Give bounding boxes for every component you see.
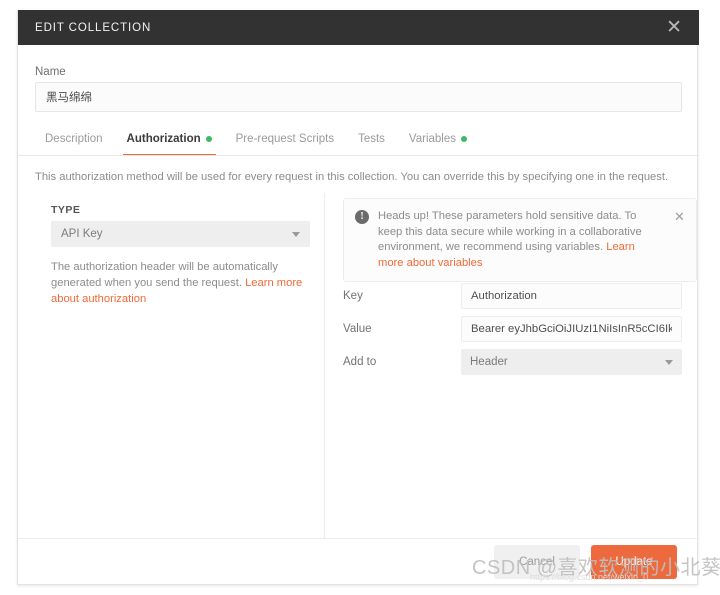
modal-title: EDIT COLLECTION xyxy=(35,21,152,34)
tab-label: Authorization xyxy=(126,133,201,145)
tab-tests[interactable]: Tests xyxy=(346,124,397,154)
status-dot-icon xyxy=(461,136,468,142)
add-to-value: Header xyxy=(470,356,508,368)
alert-close-icon[interactable]: ✕ xyxy=(674,210,686,271)
alert-message-body: Heads up! These parameters hold sensitiv… xyxy=(378,210,642,253)
key-input[interactable] xyxy=(461,283,682,309)
alert-message: Heads up! These parameters hold sensitiv… xyxy=(378,209,665,271)
chevron-down-icon xyxy=(665,359,673,365)
tab-label: Variables xyxy=(408,133,457,145)
exclamation-circle-icon: ! xyxy=(355,210,369,224)
type-label: TYPE xyxy=(51,204,81,216)
modal-titlebar: EDIT COLLECTION ✕ xyxy=(18,10,699,45)
tab-description[interactable]: Description xyxy=(35,124,115,154)
value-input[interactable] xyxy=(461,316,682,342)
cancel-button[interactable]: Cancel xyxy=(494,544,580,579)
add-to-field-row: Add to Header xyxy=(343,349,697,375)
modal-tabs: Description Authorization Pre-request Sc… xyxy=(35,124,682,156)
close-icon[interactable]: ✕ xyxy=(663,18,685,37)
auth-help-body: The authorization header will be automat… xyxy=(51,261,278,289)
value-field-row: Value xyxy=(343,316,697,342)
sensitive-data-alert: ! Heads up! These parameters hold sensit… xyxy=(343,198,697,282)
key-field-row: Key xyxy=(343,283,697,309)
add-to-label: Add to xyxy=(343,356,377,368)
auth-help-text: The authorization header will be automat… xyxy=(51,259,303,307)
auth-type-select[interactable]: API Key xyxy=(51,221,310,247)
chevron-down-icon xyxy=(292,231,300,237)
update-button[interactable]: Update xyxy=(591,544,677,579)
name-label: Name xyxy=(35,66,66,78)
add-to-select[interactable]: Header xyxy=(461,349,682,375)
modal-footer: Cancel Update xyxy=(18,539,699,584)
collection-name-input[interactable] xyxy=(35,82,682,112)
tab-authorization[interactable]: Authorization xyxy=(115,124,224,156)
tabs-divider xyxy=(18,155,699,156)
screenshot-root: EDIT COLLECTION ✕ Name Description Autho… xyxy=(0,0,720,595)
auth-type-value: API Key xyxy=(61,228,103,240)
tab-pre-request-scripts[interactable]: Pre-request Scripts xyxy=(224,124,346,154)
tab-label: Tests xyxy=(358,133,385,145)
status-dot-icon xyxy=(205,136,212,142)
authorization-description: This authorization method will be used f… xyxy=(35,171,669,183)
tab-variables[interactable]: Variables xyxy=(397,124,479,154)
key-label: Key xyxy=(343,290,363,302)
value-label: Value xyxy=(343,323,372,335)
edit-collection-modal: EDIT COLLECTION ✕ Name Description Autho… xyxy=(17,10,699,585)
panel-divider xyxy=(324,193,325,538)
tab-label: Description xyxy=(45,133,103,145)
tab-label: Pre-request Scripts xyxy=(235,133,335,145)
